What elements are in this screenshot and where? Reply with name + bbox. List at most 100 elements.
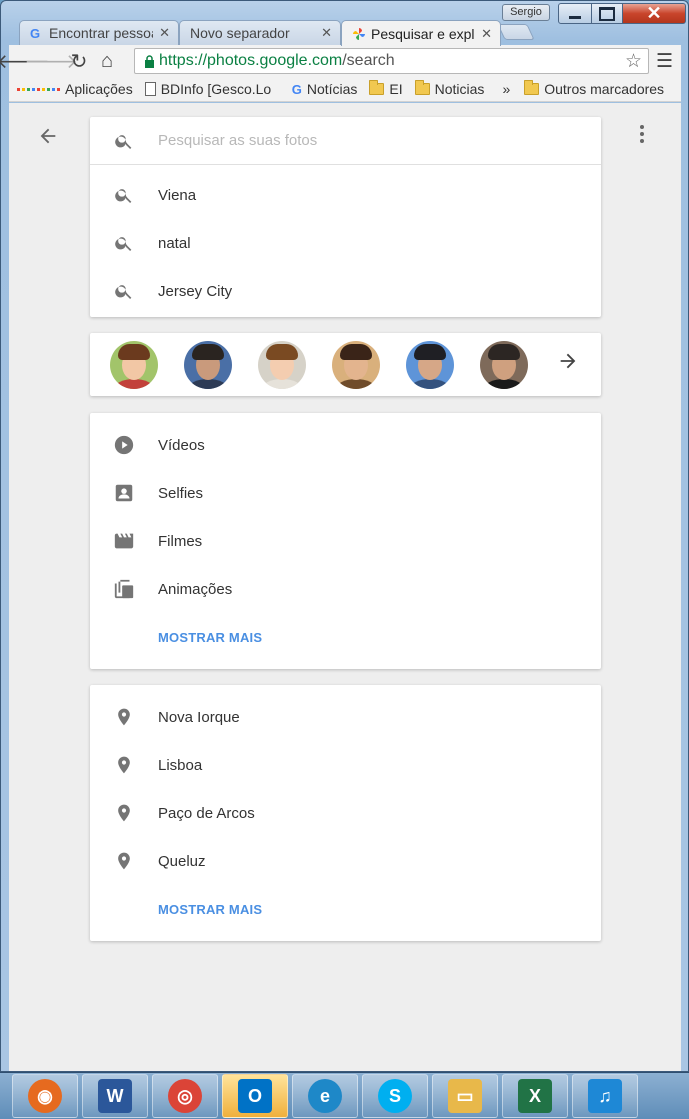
word-icon: W xyxy=(98,1079,132,1113)
place-pin-icon xyxy=(90,754,158,776)
movie-clapper-icon xyxy=(90,530,158,552)
taskbar-chrome[interactable]: ◎ xyxy=(152,1074,218,1118)
google-photos-icon xyxy=(353,27,365,40)
place-queluz[interactable]: Queluz xyxy=(90,837,601,885)
browser-toolbar: 🡐 🡒 ↻ ⌂ https://photos.google.com/search… xyxy=(0,45,681,77)
animation-icon xyxy=(90,578,158,600)
taskbar-outlook[interactable]: O xyxy=(222,1074,288,1118)
page-content: Viena natal Jersey City xyxy=(9,103,681,1071)
chrome-icon: ◎ xyxy=(168,1079,202,1113)
new-tab-button[interactable] xyxy=(497,24,535,40)
ie-icon: e xyxy=(308,1079,342,1113)
taskbar-firefox[interactable]: ◉ xyxy=(12,1074,78,1118)
suggestion-item[interactable]: natal xyxy=(90,219,601,267)
category-videos[interactable]: Vídeos xyxy=(90,421,601,469)
suggestion-item[interactable]: Jersey City xyxy=(90,267,601,315)
tab-title: Novo separador xyxy=(190,25,290,41)
hamburger-menu-icon[interactable]: ☰ xyxy=(656,50,673,73)
bookmark-noticias-google[interactable]: G Notícias xyxy=(292,81,358,97)
show-more-places-link[interactable]: MOSTRAR MAIS xyxy=(90,885,601,933)
google-g-icon: G xyxy=(291,81,302,97)
suggestion-label: Viena xyxy=(158,186,197,204)
person-avatar[interactable] xyxy=(110,340,158,389)
forward-button[interactable]: 🡒 xyxy=(24,47,78,75)
apps-grid-icon xyxy=(17,87,60,91)
taskbar-word[interactable]: W xyxy=(82,1074,148,1118)
person-avatar[interactable] xyxy=(406,340,454,389)
outlook-icon: O xyxy=(238,1079,272,1113)
taskbar-excel[interactable]: X xyxy=(502,1074,568,1118)
bookmarks-overflow-button[interactable]: » xyxy=(502,81,510,97)
tab-novo-separador[interactable]: Novo separador ✕ xyxy=(179,20,341,45)
close-icon[interactable]: ✕ xyxy=(159,25,170,41)
category-label: Selfies xyxy=(158,484,204,502)
bookmarks-bar: Aplicações BDInfo [Gesco.Lo G Notícias E… xyxy=(9,77,681,102)
music-icon: ♫ xyxy=(588,1079,622,1113)
suggestion-label: Jersey City xyxy=(158,282,233,300)
skype-icon: S xyxy=(378,1079,412,1113)
close-icon[interactable]: ✕ xyxy=(321,25,332,41)
search-card: Viena natal Jersey City xyxy=(90,117,601,317)
tab-encontrar-pessoas[interactable]: G Encontrar pessoas ✕ xyxy=(19,20,179,45)
place-paco-de-arcos[interactable]: Paço de Arcos xyxy=(90,789,601,837)
place-pin-icon xyxy=(90,802,158,824)
place-label: Lisboa xyxy=(158,756,203,774)
show-more-things-link[interactable]: MOSTRAR MAIS xyxy=(90,613,601,661)
browser-window: Sergio ✕ G Encontrar pessoas ✕ Novo sepa… xyxy=(0,0,689,1072)
taskbar-skype[interactable]: S xyxy=(362,1074,428,1118)
bookmark-other[interactable]: Outros marcadores xyxy=(524,80,664,97)
search-icon xyxy=(90,233,158,253)
firefox-icon: ◉ xyxy=(28,1079,62,1113)
close-icon[interactable]: ✕ xyxy=(481,26,492,42)
more-vert-icon[interactable] xyxy=(637,125,647,143)
place-nova-iorque[interactable]: Nova Iorque xyxy=(90,693,601,741)
back-arrow-icon[interactable] xyxy=(37,125,59,153)
bookmark-apps[interactable]: Aplicações xyxy=(17,81,133,97)
maximize-button[interactable] xyxy=(591,3,623,24)
search-bar[interactable] xyxy=(90,117,601,165)
bookmark-label: Notícias xyxy=(306,81,358,97)
person-avatar[interactable] xyxy=(258,340,306,389)
profile-badge[interactable]: Sergio xyxy=(502,4,550,21)
things-card: Vídeos Selfies Filmes Animações MOSTRAR … xyxy=(90,413,601,669)
person-avatar[interactable] xyxy=(184,340,232,389)
category-label: Animações xyxy=(158,580,233,598)
bookmark-label: Noticias xyxy=(434,81,485,97)
home-button[interactable]: ⌂ xyxy=(93,47,121,75)
folder-icon xyxy=(414,80,430,95)
search-icon xyxy=(90,131,158,151)
place-label: Queluz xyxy=(158,852,206,870)
taskbar-explorer[interactable]: ▭ xyxy=(432,1074,498,1118)
category-filmes[interactable]: Filmes xyxy=(90,517,601,565)
folder-icon xyxy=(524,80,540,95)
taskbar-internet-explorer[interactable]: e xyxy=(292,1074,358,1118)
bookmark-label: Aplicações xyxy=(65,81,133,97)
address-bar[interactable]: https://photos.google.com/search ☆ xyxy=(134,48,649,74)
excel-icon: X xyxy=(518,1079,552,1113)
person-avatar[interactable] xyxy=(480,340,528,389)
bookmark-noticias-folder[interactable]: Noticias xyxy=(414,80,485,97)
close-window-button[interactable]: ✕ xyxy=(622,3,686,24)
bookmark-bdinfo[interactable]: BDInfo [Gesco.Lo xyxy=(144,81,280,97)
category-animacoes[interactable]: Animações xyxy=(90,565,601,613)
title-bar: Sergio ✕ G Encontrar pessoas ✕ Novo sepa… xyxy=(1,1,688,46)
tab-pesquisar[interactable]: Pesquisar e explorar ✕ xyxy=(341,20,501,46)
search-icon xyxy=(90,185,158,205)
taskbar-itunes[interactable]: ♫ xyxy=(572,1074,638,1118)
category-label: Filmes xyxy=(158,532,203,550)
place-label: Nova Iorque xyxy=(158,708,240,726)
search-input[interactable] xyxy=(158,132,558,149)
star-icon[interactable]: ☆ xyxy=(625,50,642,73)
place-pin-icon xyxy=(90,850,158,872)
category-label: Vídeos xyxy=(158,436,205,454)
minimize-button[interactable] xyxy=(558,3,592,24)
people-card xyxy=(90,333,601,396)
category-selfies[interactable]: Selfies xyxy=(90,469,601,517)
reload-button[interactable]: ↻ xyxy=(65,47,93,75)
bookmark-ei[interactable]: EI xyxy=(369,80,403,97)
url-scheme: https:// xyxy=(159,52,208,69)
person-avatar[interactable] xyxy=(332,340,380,389)
place-lisboa[interactable]: Lisboa xyxy=(90,741,601,789)
suggestion-item[interactable]: Viena xyxy=(90,171,601,219)
arrow-forward-icon[interactable] xyxy=(557,350,579,378)
